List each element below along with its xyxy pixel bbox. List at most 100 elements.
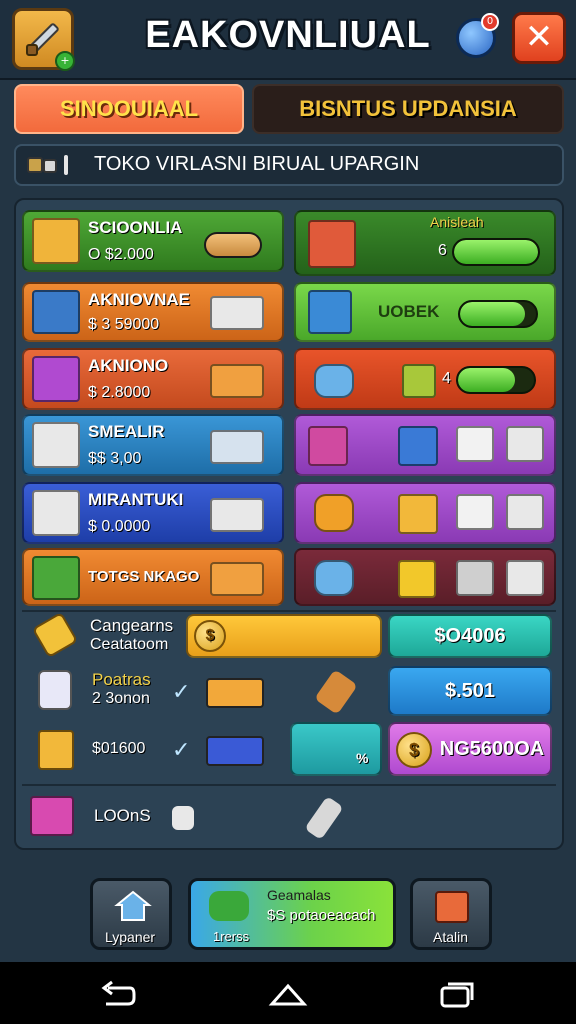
row-title: Poatras xyxy=(92,670,151,689)
progress-fill xyxy=(454,240,538,264)
bucket-icon xyxy=(314,560,354,596)
item-title: TOTGS NKAGO xyxy=(88,568,200,585)
box-icon xyxy=(435,891,469,923)
offer-subtitle: $S potaoeacach xyxy=(267,907,376,924)
crate-icon xyxy=(210,296,264,330)
plant-icon xyxy=(209,891,249,921)
buy-button-2[interactable]: $.501 xyxy=(388,666,552,716)
coin-collect-button[interactable]: $ xyxy=(186,614,382,658)
row-title: LOOnS xyxy=(94,806,151,825)
box-icon xyxy=(308,426,348,466)
stats-label: Atalin xyxy=(433,929,469,945)
cart-icon xyxy=(456,494,494,530)
store-icon xyxy=(32,290,80,334)
progress-meter xyxy=(456,366,536,394)
shop-item-scioonlia[interactable]: SCIOONLIA O $2.000 xyxy=(22,210,284,272)
basket-button[interactable]: % xyxy=(290,722,382,776)
divider xyxy=(22,610,556,612)
notification-badge: 0 xyxy=(481,13,499,31)
percent-label: % xyxy=(356,750,369,766)
tab-sinooulaal[interactable]: SINOOUIAAL xyxy=(14,84,244,134)
upgrade-row-3[interactable]: 4 xyxy=(294,348,556,410)
coin-icon: $ xyxy=(396,732,432,768)
row-subtitle: $01600 xyxy=(92,740,146,757)
item-price: O $2.000 xyxy=(88,246,154,263)
home-label: Lypaner xyxy=(105,929,156,945)
check-icon: ✓ xyxy=(172,680,191,705)
store-icon xyxy=(32,556,80,600)
crate-icon xyxy=(210,430,264,464)
crate-icon xyxy=(206,736,264,766)
shop-item-aknlono[interactable]: AKNIONO $ 2.8000 xyxy=(22,348,284,410)
app-title: EAKOVNLIUAL xyxy=(145,14,431,56)
shop-item-totgs-nkago[interactable]: TOTGS NKAGO xyxy=(22,548,284,606)
item-title: SMEALIR xyxy=(88,422,165,441)
tools-badge: + xyxy=(55,51,75,71)
cart-icon xyxy=(506,560,544,596)
recents-icon[interactable] xyxy=(436,980,476,1010)
tools-button[interactable]: + xyxy=(12,8,75,71)
progress-meter xyxy=(452,238,540,266)
tab-bisntus-updansia[interactable]: BISNTUS UPDANSIA xyxy=(252,84,564,134)
buy-button-3[interactable]: $ NG5600OA xyxy=(388,722,552,776)
search-bar-text: TOKO VIRLASNI BIRUAL UPARGIN xyxy=(94,153,420,175)
item-title: AKNIOVNAE xyxy=(88,290,191,309)
shopping-cart-icon xyxy=(32,218,80,264)
box-icon xyxy=(32,356,80,402)
stats-button[interactable]: Atalin xyxy=(410,878,492,950)
close-button[interactable]: ✕ xyxy=(512,12,566,64)
box-icon xyxy=(38,730,74,770)
item-title: AKNIONO xyxy=(88,356,169,375)
buy-button-3-label: NG5600OA xyxy=(439,738,545,760)
box-icon xyxy=(398,560,436,598)
progress-meter xyxy=(458,300,538,328)
orb-button[interactable]: 0 xyxy=(456,13,499,58)
check-icon: ✓ xyxy=(172,738,191,763)
box-icon xyxy=(398,494,438,534)
gift-box-icon xyxy=(32,490,80,536)
buy-button-1[interactable]: $O4006 xyxy=(388,614,552,658)
home-icon xyxy=(114,890,152,921)
row-label: UOBEK xyxy=(378,302,440,321)
cart-icon xyxy=(456,560,494,596)
cart-icon xyxy=(506,494,544,530)
home-nav-icon[interactable] xyxy=(268,980,308,1010)
coin-stack-icon xyxy=(172,806,194,830)
row-label: 4 xyxy=(442,370,451,387)
item-price: $ 3 59000 xyxy=(88,316,160,333)
row-subtitle: 2 3onon xyxy=(92,690,150,707)
box-icon xyxy=(398,426,438,466)
offer-tag: 1rerss xyxy=(213,929,250,944)
bucket-icon xyxy=(314,364,354,398)
bucket-icon xyxy=(314,494,354,532)
upgrade-row-anisleah[interactable]: Anisleah 6 xyxy=(294,210,556,276)
row-label: Anisleah xyxy=(430,214,484,230)
upgrade-row-5[interactable] xyxy=(294,482,556,544)
shop-item-smealir[interactable]: SMEALIR $$ 3,00 xyxy=(22,414,284,476)
buy-button[interactable] xyxy=(204,232,262,258)
crate-icon xyxy=(206,678,264,708)
row-value: 6 xyxy=(438,242,447,259)
cart-icon xyxy=(456,426,494,462)
upgrade-row-4[interactable] xyxy=(294,414,556,476)
item-title: MIRANTUKI xyxy=(88,490,184,509)
back-icon[interactable] xyxy=(98,980,138,1010)
upgrade-row-uobek[interactable]: UOBEK xyxy=(294,282,556,342)
shop-item-miranttuki[interactable]: MIRANTUKI $ 0.0000 xyxy=(22,482,284,544)
tools-search-icon xyxy=(27,155,68,175)
shop-item-akniovnae[interactable]: AKNIOVNAE $ 3 59000 xyxy=(22,282,284,342)
coin-icon: $ xyxy=(194,620,226,652)
offer-title: Geamalas xyxy=(267,887,331,903)
crate-icon xyxy=(210,562,264,596)
item-price: $ 0.0000 xyxy=(88,518,151,535)
progress-fill xyxy=(458,368,515,392)
crate-icon xyxy=(210,498,264,532)
divider xyxy=(22,784,556,786)
item-price: $ 2.8000 xyxy=(88,384,151,401)
home-button[interactable]: Lypaner xyxy=(90,878,172,950)
upgrade-offer-button[interactable]: Geamalas $S potaoeacach 1rerss xyxy=(188,878,396,950)
document-icon xyxy=(38,670,72,710)
crate-icon xyxy=(210,364,264,398)
row-subtitle: Ceatatoom xyxy=(90,636,169,653)
upgrade-row-6[interactable] xyxy=(294,548,556,606)
